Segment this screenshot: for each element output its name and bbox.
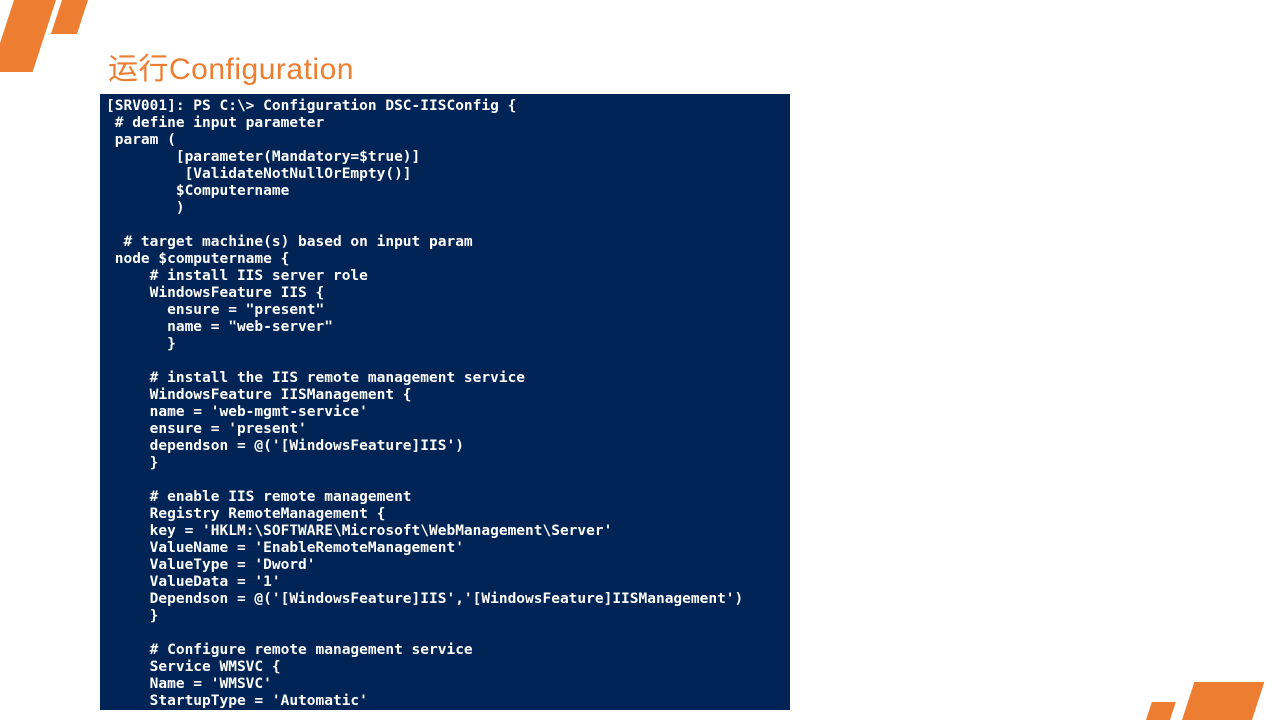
decoration-bottom-right-small [1146, 702, 1176, 720]
decoration-bottom-right-large [1182, 682, 1264, 720]
decoration-top-left-large [0, 0, 56, 72]
powershell-console: [SRV001]: PS C:\> Configuration DSC-IISC… [100, 94, 790, 710]
slide-title: 运行Configuration [108, 44, 354, 88]
decoration-top-left-small [51, 0, 88, 34]
